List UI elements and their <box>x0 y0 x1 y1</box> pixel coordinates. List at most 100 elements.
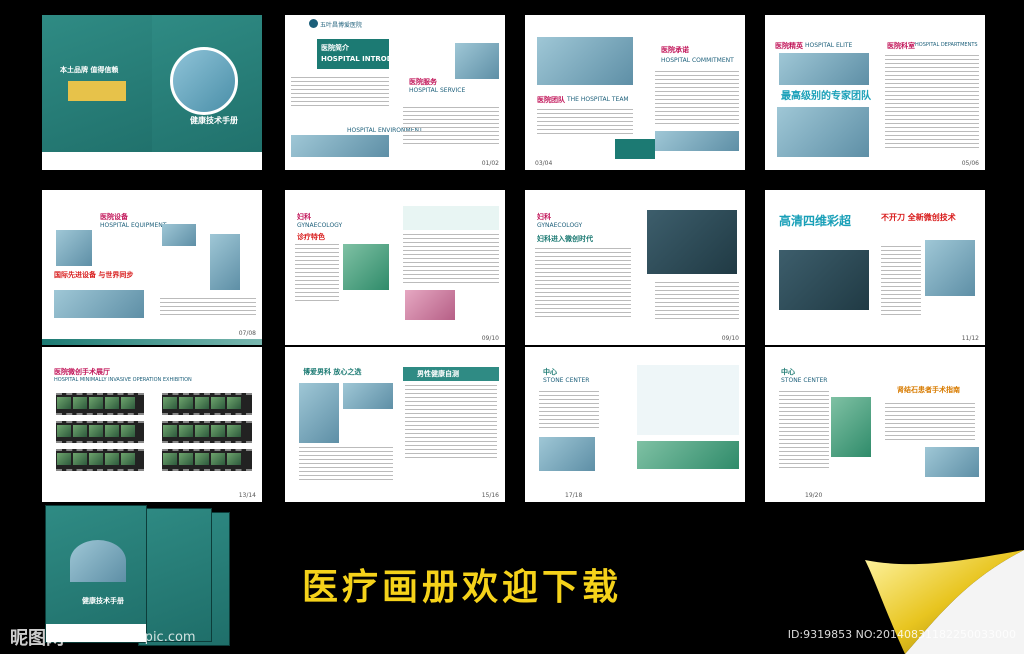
page-number: 07/08 <box>238 330 256 337</box>
watermark-url[interactable]: www.nipic.com <box>98 630 196 645</box>
intro-title: 医院简介 <box>321 44 349 52</box>
film-strip-1 <box>56 393 144 415</box>
page-number: 13/14 <box>238 492 256 499</box>
spread-exhibition[interactable]: 医院微创手术展厅 HOSPITAL MINIMALLY INVASIVE OPE… <box>42 347 262 502</box>
team-title-en: THE HOSPITAL TEAM <box>567 96 629 103</box>
ultrasound-images <box>779 250 869 310</box>
surgery-text <box>655 282 739 322</box>
gyn-text <box>295 244 339 304</box>
spread-minimally-invasive[interactable]: 妇科 GYNAECOLOGY 妇科进入微创时代 09/10 <box>525 190 745 345</box>
team-text <box>537 109 633 135</box>
spread-elite[interactable]: 医院精英 HOSPITAL ELITE 最高级别的专家团队 医院科室 HOSPI… <box>765 15 985 170</box>
spread-equipment[interactable]: 医院设备 HOSPITAL EQUIPMENT 国际先进设备 与世界同步 07/… <box>42 190 262 345</box>
page-number: 09/10 <box>481 335 499 342</box>
cover-slogan: 本土品牌 值得信赖 <box>60 66 119 74</box>
doctor-photo-grid <box>777 107 869 157</box>
gyn-title: 妇科 <box>297 213 311 221</box>
stone-surgery-photo <box>637 441 739 469</box>
food-photo <box>831 397 871 457</box>
equipment-photo-3 <box>210 234 240 290</box>
promise-title: 医院承诺 <box>661 46 689 54</box>
stack-cover-title: 健康技术手册 <box>82 597 124 605</box>
tech-text <box>881 246 921 316</box>
equip-title-en: HOSPITAL EQUIPMENT <box>100 222 167 229</box>
film-strip-6 <box>162 449 252 471</box>
spread-introduction[interactable]: 五叶昌博爱医院 医院简介 HOSPITAL INTRODUCTION HOSPI… <box>285 15 505 170</box>
exhibit-title-en: HOSPITAL MINIMALLY INVASIVE OPERATION EX… <box>54 377 192 383</box>
gyn-photo-2 <box>405 290 455 320</box>
elite-title: 医院精英 <box>775 42 803 50</box>
stack-hospital-photo <box>70 540 126 582</box>
gyn-feature: 妇科进入微创时代 <box>537 235 593 243</box>
promise-text <box>655 71 739 127</box>
andrology-banner <box>343 383 393 409</box>
elite-title-en: HOSPITAL ELITE <box>805 42 853 49</box>
self-test-list <box>405 385 497 461</box>
dept-title-en: HOSPITAL DEPARTMENTS <box>915 42 978 48</box>
team-group-photo <box>537 37 633 85</box>
andrology-equipment-photo <box>299 383 339 443</box>
gyn-text-2 <box>403 234 499 284</box>
service-text <box>403 107 499 147</box>
tech-title: 不开刀 全新微创技术 <box>881 213 956 222</box>
gyn-headline-block <box>403 206 499 230</box>
intro-text <box>291 77 389 107</box>
page-number: 11/12 <box>961 335 979 342</box>
page-number: 01/02 <box>481 160 499 167</box>
environment-photo <box>291 135 389 157</box>
film-strip-5 <box>162 421 252 443</box>
front-cover-page: 健康技术手册 五叶昌博爱医院 <box>152 15 262 170</box>
equip-text <box>160 298 256 316</box>
exhibit-title: 医院微创手术展厅 <box>54 368 110 376</box>
footer-strip <box>42 339 262 345</box>
gyn-photo <box>343 244 389 290</box>
cover-hospital-photo <box>170 47 238 115</box>
expert-banner: 最高级别的专家团队 <box>781 91 871 102</box>
page-number: 17/18 <box>565 492 583 499</box>
gyn-title: 妇科 <box>537 213 551 221</box>
spread-team[interactable]: 医院团队 THE HOSPITAL TEAM 医院承诺 HOSPITAL COM… <box>525 15 745 170</box>
brochure-stack-1[interactable]: 健康技术手册 <box>45 505 147 643</box>
stone-guide-text <box>779 391 829 471</box>
service-photo <box>455 43 499 79</box>
intro-title-en: HOSPITAL INTRODUCTION <box>321 55 423 63</box>
equip-title: 医院设备 <box>100 213 128 221</box>
stone-title-en: STONE CENTER <box>543 377 590 384</box>
hospital-name: 五叶昌博爱医院 <box>320 22 363 29</box>
service-title: 医院服务 <box>409 78 437 86</box>
stone-title-en: STONE CENTER <box>781 377 828 384</box>
catalog-title: 医疗画册欢迎下载 <box>302 566 623 608</box>
ultrasound-title: 高清四维彩超 <box>779 214 852 228</box>
andrology-text <box>299 447 393 483</box>
spread-gynaecology[interactable]: 妇科 GYNAECOLOGY 诊疗特色 09/10 <box>285 190 505 345</box>
stone-title: 中心 <box>781 368 795 376</box>
page-number: 19/20 <box>805 492 823 499</box>
watermark-id: ID:9319853 NO:20140831182250033000 <box>787 628 1016 641</box>
male-brand: 博爱男科 放心之选 <box>303 368 362 376</box>
spread-cover[interactable]: 健康技术手册 五叶昌博爱医院 本土品牌 值得信赖 <box>42 15 262 170</box>
hospital-logo-icon <box>309 19 318 28</box>
service-title-en: HOSPITAL SERVICE <box>409 87 466 94</box>
cover-bottom-strip <box>42 152 262 170</box>
page-number: 09/10 <box>721 335 739 342</box>
gyn-feature: 诊疗特色 <box>297 233 325 241</box>
spread-stone-center[interactable]: 中心 STONE CENTER 17/18 <box>525 347 745 502</box>
stone-guide-title: 肾结石患者手术指南 <box>897 386 960 394</box>
cover-title: 健康技术手册 <box>190 116 238 125</box>
spread-stone-guide[interactable]: 中心 STONE CENTER 肾结石患者手术指南 19/20 <box>765 347 985 502</box>
gyn-title-en: GYNAECOLOGY <box>297 222 343 229</box>
equipment-photo-2 <box>162 224 196 246</box>
spread-ultrasound[interactable]: 高清四维彩超 不开刀 全新微创技术 11/12 <box>765 190 985 345</box>
gyn-text <box>535 248 631 318</box>
team-title: 医院团队 <box>537 96 565 104</box>
page-number: 03/04 <box>535 160 553 167</box>
dept-title: 医院科室 <box>887 42 915 50</box>
tech-equipment-photo <box>925 240 975 296</box>
film-strip-2 <box>56 421 144 443</box>
spread-andrology[interactable]: 博爱男科 放心之选 男性健康自测 15/16 <box>285 347 505 502</box>
film-strip-3 <box>56 449 144 471</box>
watermark-logo: 昵图网 <box>10 628 64 649</box>
page-number: 15/16 <box>481 492 499 499</box>
stone-guide-list <box>885 403 975 443</box>
expert-group-photo <box>779 53 869 85</box>
